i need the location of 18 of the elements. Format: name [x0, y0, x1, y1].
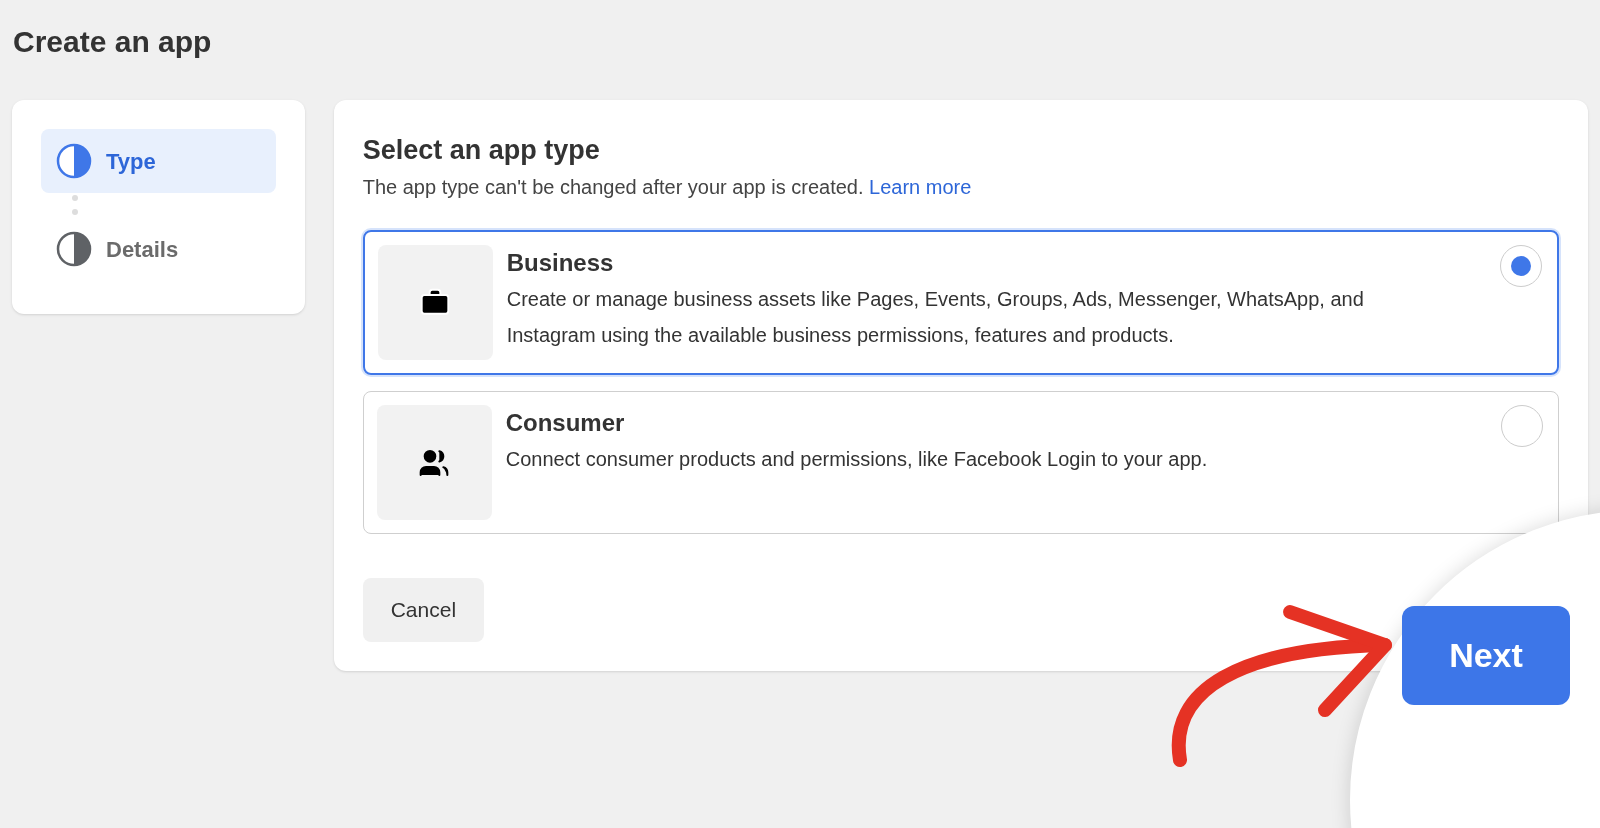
app-type-option[interactable]: Consumer Connect consumer products and permissions, like Facebook Login to your app. — [362, 391, 1559, 534]
step-item[interactable]: Details — [41, 217, 276, 281]
half-circle-icon — [56, 143, 92, 179]
option-title: Consumer — [505, 408, 625, 438]
option-description: Create or manage business assets like Pages, Events, Groups, Ads, Messenger, WhatsApp, and Instagram using the available business permissions, features and products. — [506, 287, 1365, 348]
app-type-option[interactable]: Business Create or manage business assets like Pages, Events, Groups, Ads, Messenger, WhatsApp, and Instagram using the available business permissions, features and products. — [362, 230, 1559, 375]
panel-subtitle: The app type can't be changed after your app is created. Learn more — [362, 175, 972, 200]
option-title: Business — [506, 248, 614, 278]
option-description: Connect consumer products and permissions, like Facebook Login to your app. — [505, 447, 1209, 472]
step-item[interactable]: Type — [41, 129, 276, 193]
next-button[interactable]: Next — [1402, 606, 1570, 705]
page-title: Create an app — [13, 24, 212, 60]
panel-title: Select an app type — [362, 134, 600, 166]
learn-more-link[interactable]: Learn more — [869, 176, 972, 198]
cancel-button[interactable]: Cancel — [362, 578, 485, 642]
radio-button[interactable] — [1500, 245, 1542, 287]
half-circle-icon — [56, 231, 92, 267]
radio-button[interactable] — [1501, 405, 1543, 447]
